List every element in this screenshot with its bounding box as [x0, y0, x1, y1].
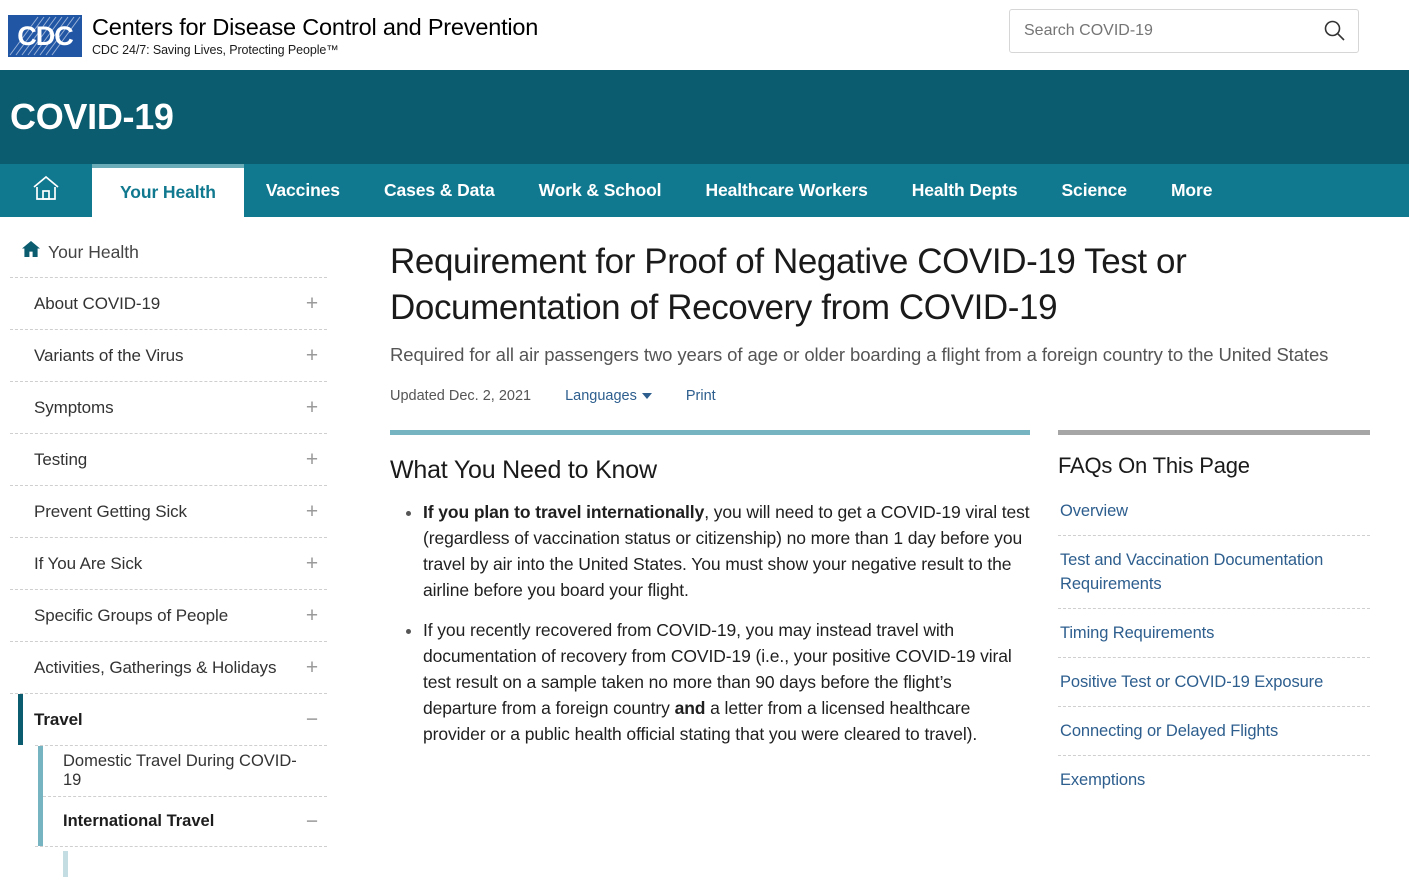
nav-item-vaccines[interactable]: Vaccines [244, 164, 362, 217]
faq-link-positive-test-or-covid-19-exposure[interactable]: Positive Test or COVID-19 Exposure [1058, 657, 1370, 706]
covid-banner: COVID-19 [0, 70, 1409, 164]
sidebar-item-prevent-getting-sick[interactable]: Prevent Getting Sick + [10, 485, 327, 537]
nav-label: Work & School [538, 180, 662, 200]
sidebar-subitem-international-travel[interactable]: International Travel − [38, 796, 327, 846]
sidebar-item-testing[interactable]: Testing + [10, 433, 327, 485]
sidebar-subitem-domestic-travel[interactable]: Domestic Travel During COVID-19 [38, 746, 327, 796]
search-input[interactable] [1010, 22, 1310, 40]
collapse-minus-icon[interactable]: − [303, 709, 321, 730]
section-rule [390, 430, 1030, 435]
nav-item-your-health[interactable]: Your Health [92, 164, 244, 217]
print-link[interactable]: Print [686, 388, 716, 404]
faq-link-connecting-or-delayed-flights[interactable]: Connecting or Delayed Flights [1058, 706, 1370, 755]
cdc-logo-block[interactable]: CDC Centers for Disease Control and Prev… [8, 13, 538, 58]
sidebar-item-label: About COVID-19 [34, 293, 161, 313]
nav-label: Vaccines [265, 180, 340, 200]
nav-label: Cases & Data [383, 180, 495, 200]
sidebar-home-label: Your Health [48, 241, 139, 262]
search-button[interactable] [1310, 10, 1358, 52]
search-box[interactable] [1009, 9, 1359, 53]
list-item: If you plan to travel internationally, y… [423, 499, 1030, 603]
faq-heading: FAQs On This Page [1058, 453, 1250, 478]
sidebar-third-level-accent [63, 847, 327, 877]
bullet-bold-lead: If you plan to travel internationally [423, 502, 705, 522]
org-name: Centers for Disease Control and Preventi… [92, 13, 539, 40]
bullet-bold-mid: and [674, 698, 706, 718]
sidebar-item-label: Variants of the Virus [34, 345, 184, 365]
section-heading: What You Need to Know [390, 456, 657, 484]
sidebar-item-label: Specific Groups of People [34, 605, 229, 625]
main-content: Requirement for Proof of Negative COVID-… [345, 217, 1409, 893]
sidebar-item-activities-gatherings-holidays[interactable]: Activities, Gatherings & Holidays + [10, 641, 327, 693]
search-icon [1322, 18, 1346, 45]
expand-plus-icon[interactable]: + [303, 501, 321, 522]
faq-rule [1058, 430, 1370, 435]
expand-plus-icon[interactable]: + [303, 449, 321, 470]
page-meta-row: Updated Dec. 2, 2021 Languages Print [390, 388, 1409, 404]
chevron-down-icon [641, 393, 652, 399]
nav-item-healthcare-workers[interactable]: Healthcare Workers [683, 164, 889, 217]
sidebar-item-about-covid-19[interactable]: About COVID-19 + [10, 277, 327, 329]
nav-label: Science [1061, 180, 1127, 200]
key-points-list: If you plan to travel internationally, y… [390, 499, 1030, 747]
sidebar-nav: Your Health About COVID-19 + Variants of… [0, 217, 345, 893]
collapse-minus-icon[interactable]: − [303, 811, 321, 832]
faq-panel: FAQs On This Page Overview Test and Vacc… [1058, 430, 1370, 804]
sidebar-item-your-health-home[interactable]: Your Health [10, 235, 327, 277]
expand-plus-icon[interactable]: + [303, 657, 321, 678]
sidebar-item-travel[interactable]: Travel − [10, 693, 327, 745]
sidebar-item-label: Prevent Getting Sick [34, 501, 187, 521]
sidebar-item-label: If You Are Sick [34, 553, 143, 573]
page-title: Requirement for Proof of Negative COVID-… [390, 242, 1187, 327]
site-header: CDC Centers for Disease Control and Prev… [0, 0, 1409, 70]
cdc-logo-icon: CDC [8, 14, 82, 57]
page-body: Your Health About COVID-19 + Variants of… [0, 217, 1409, 893]
what-you-need-to-know-section: What You Need to Know If you plan to tra… [390, 430, 1030, 804]
sidebar-item-label: Testing [34, 449, 88, 469]
nav-label: Healthcare Workers [705, 180, 868, 200]
primary-nav: Your Health Vaccines Cases & Data Work &… [0, 164, 1409, 217]
nav-label: Health Depts [911, 180, 1018, 200]
sidebar-item-if-you-are-sick[interactable]: If You Are Sick + [10, 537, 327, 589]
sidebar-item-symptoms[interactable]: Symptoms + [10, 381, 327, 433]
sidebar-subitem-label: Domestic Travel During COVID-19 [63, 752, 297, 789]
faq-link-exemptions[interactable]: Exemptions [1058, 755, 1370, 804]
content-row: What You Need to Know If you plan to tra… [390, 430, 1409, 804]
sidebar-item-label: Symptoms [34, 397, 114, 417]
home-icon [31, 174, 61, 207]
nav-home-button[interactable] [0, 164, 92, 217]
faq-link-overview[interactable]: Overview [1058, 487, 1370, 535]
sidebar-item-label: Activities, Gatherings & Holidays [34, 657, 277, 677]
nav-item-science[interactable]: Science [1039, 164, 1148, 217]
list-item: If you recently recovered from COVID-19,… [423, 617, 1030, 747]
faq-link-timing-requirements[interactable]: Timing Requirements [1058, 608, 1370, 657]
sidebar-item-specific-groups-of-people[interactable]: Specific Groups of People + [10, 589, 327, 641]
sidebar-subnav-travel: Domestic Travel During COVID-19 Internat… [10, 746, 327, 846]
nav-label: Your Health [120, 182, 216, 202]
svg-text:CDC: CDC [17, 21, 73, 51]
expand-plus-icon[interactable]: + [303, 605, 321, 626]
expand-plus-icon[interactable]: + [303, 293, 321, 314]
page-subtitle: Required for all air passengers two year… [390, 344, 1329, 365]
languages-dropdown[interactable]: Languages [565, 388, 652, 404]
nav-item-health-depts[interactable]: Health Depts [890, 164, 1040, 217]
nav-item-cases-data[interactable]: Cases & Data [362, 164, 517, 217]
sidebar-item-variants-of-the-virus[interactable]: Variants of the Virus + [10, 329, 327, 381]
updated-date: Updated Dec. 2, 2021 [390, 388, 532, 404]
org-tagline: CDC 24/7: Saving Lives, Protecting Peopl… [92, 42, 339, 57]
sidebar-item-label: Travel [34, 709, 83, 729]
expand-plus-icon[interactable]: + [303, 553, 321, 574]
languages-label: Languages [565, 388, 637, 404]
banner-title: COVID-19 [10, 96, 174, 137]
nav-item-work-school[interactable]: Work & School [517, 164, 684, 217]
expand-plus-icon[interactable]: + [303, 397, 321, 418]
expand-plus-icon[interactable]: + [303, 345, 321, 366]
sidebar-subitem-label: International Travel [63, 812, 215, 830]
nav-label: More [1170, 180, 1213, 200]
nav-item-more[interactable]: More [1149, 164, 1234, 217]
faq-link-test-and-vaccination-documentation-requirements[interactable]: Test and Vaccination Documentation Requi… [1058, 535, 1370, 608]
home-icon [22, 241, 40, 263]
